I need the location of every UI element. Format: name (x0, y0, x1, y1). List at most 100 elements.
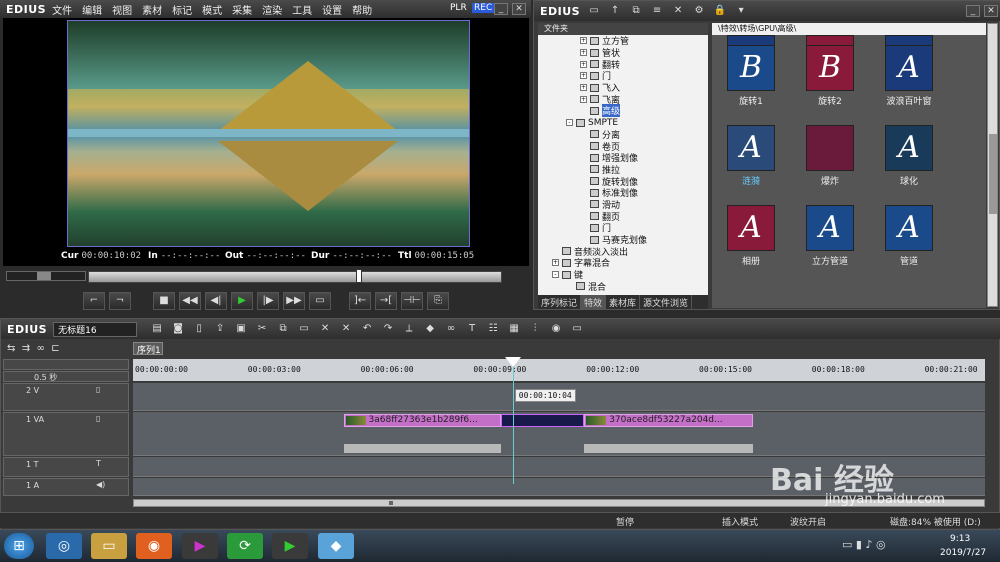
undo-icon[interactable]: ↶ (359, 322, 375, 336)
step-back-button[interactable]: ◀| (205, 292, 227, 310)
minimize-icon[interactable]: _ (494, 3, 508, 15)
explorer-icon[interactable]: ▭ (91, 533, 127, 559)
project-name-field[interactable]: 无标题16 (53, 321, 138, 337)
track-header[interactable]: 2 V ▯ (3, 383, 129, 411)
title-track-icon[interactable]: T (96, 459, 101, 468)
settings-icon[interactable]: ⚙ (691, 4, 707, 18)
tree-item[interactable]: 分离 (538, 129, 708, 141)
audio-waveform-bar[interactable] (343, 444, 502, 453)
effects-tab-0[interactable]: 序列标记 (538, 295, 582, 309)
tree-item[interactable]: 标准划像 (538, 187, 708, 199)
effects-tab-1[interactable]: 特效 (581, 295, 607, 309)
audio-waveform-bar[interactable] (584, 444, 754, 453)
effect-thumbnail[interactable] (806, 125, 854, 171)
play-button[interactable]: ▶ (231, 292, 253, 310)
effect-thumbnail[interactable]: A (885, 45, 933, 91)
effects-tab-3[interactable]: 源文件浏览 (640, 295, 693, 309)
tree-item[interactable]: + 飞离 (538, 93, 708, 106)
menu-item-4[interactable]: 标记 (172, 6, 192, 17)
delete-icon[interactable]: ✕ (670, 4, 686, 18)
ripple-icon[interactable]: ⇉ (22, 343, 30, 354)
tree-item[interactable]: 马赛克划像 (538, 234, 708, 246)
export-button[interactable]: ⎘ (427, 292, 449, 310)
layout-icon[interactable]: ▭ (569, 322, 585, 336)
tree-item[interactable]: + 字幕混合 (538, 257, 708, 269)
tree-item[interactable]: 旋转划像 (538, 175, 708, 188)
timeline-clip[interactable]: 370ace8df53227a204d... (584, 414, 754, 427)
new-file-icon[interactable]: ▯ (191, 322, 207, 336)
timeline-clip[interactable]: 3a68ff27363e1b289f6... (343, 414, 502, 427)
camera-icon[interactable]: ◙ (170, 322, 186, 336)
effect-thumbnail[interactable]: A (727, 125, 775, 171)
expand-icon[interactable]: + (552, 259, 559, 267)
save-icon[interactable]: ▣ (233, 322, 249, 336)
effect-thumbnail[interactable]: B (727, 45, 775, 91)
rewind-button[interactable]: ◀◀ (179, 292, 201, 310)
cube-app-icon[interactable]: ◆ (318, 533, 354, 559)
tree-item[interactable]: 滑动 (538, 199, 708, 211)
effects-scrollbar[interactable] (987, 23, 998, 307)
insert-button[interactable]: ]← (349, 292, 371, 310)
transition-clip[interactable] (501, 414, 585, 427)
expand-icon[interactable]: - (566, 119, 573, 127)
menu-item-0[interactable]: 文件 (52, 6, 72, 17)
sliders-icon[interactable]: ⫶ (527, 322, 543, 336)
loop-button[interactable]: ▭ (309, 292, 331, 310)
split-button[interactable]: ⊣⊢ (401, 292, 423, 310)
tree-item[interactable]: - SMPTE (538, 117, 708, 129)
paste-icon[interactable]: ▭ (296, 322, 312, 336)
expand-icon[interactable]: - (552, 271, 559, 279)
position-slider[interactable] (88, 269, 502, 283)
timeline-ruler[interactable]: 00:00:00:00 00:00:03:00 00:00:06:00 00:00:0… (133, 359, 985, 381)
delete-clip-icon[interactable]: ✕ (317, 322, 333, 336)
tree-item[interactable]: 推拉 (538, 164, 708, 176)
cut-icon[interactable]: ✂ (254, 322, 270, 336)
effect-thumbnail[interactable]: A (885, 205, 933, 251)
effects-close-icon[interactable]: ✕ (984, 5, 998, 17)
tree-item[interactable]: -键 (538, 269, 708, 281)
effect-thumbnail[interactable]: A (806, 205, 854, 251)
copy-clip-icon[interactable]: ⧉ (275, 322, 291, 336)
tree-item[interactable]: + 门 (538, 70, 708, 82)
link-icon[interactable]: ∞ (443, 322, 459, 336)
link-tracks-icon[interactable]: ∞ (37, 343, 45, 354)
plr-mode-button[interactable]: PLR (450, 3, 467, 13)
rec-mode-button[interactable]: REC (472, 3, 495, 13)
tree-item[interactable]: 音频淡入淡出 (538, 245, 708, 258)
firefox-icon[interactable]: ◉ (136, 533, 172, 559)
menu-item-8[interactable]: 工具 (292, 6, 312, 17)
menu-item-3[interactable]: 素材 (142, 6, 162, 17)
expand-icon[interactable]: + (580, 72, 587, 80)
lock-icon[interactable]: 🔒 (712, 4, 728, 18)
expand-icon[interactable]: + (580, 37, 587, 45)
video-track-icon[interactable]: ▯ (96, 414, 100, 423)
title-icon[interactable]: T (464, 322, 480, 336)
close-icon[interactable]: ✕ (512, 3, 526, 15)
effect-thumbnail[interactable]: A (727, 205, 775, 251)
video-track-icon[interactable]: ▯ (96, 385, 100, 394)
list-view-icon[interactable]: ≡ (649, 4, 665, 18)
snap-icon[interactable]: ⊏ (51, 343, 59, 354)
tree-item[interactable]: 卷页 (538, 140, 708, 153)
razor-icon[interactable]: ⟂ (401, 322, 417, 336)
ripple-delete-icon[interactable]: ✕ (338, 322, 354, 336)
effect-thumbnail[interactable]: A (885, 125, 933, 171)
grid-icon[interactable]: ▦ (506, 322, 522, 336)
media-center-icon[interactable]: ◎ (46, 533, 82, 559)
open-icon[interactable]: ⇪ (212, 322, 228, 336)
effects-minimize-icon[interactable]: _ (966, 5, 980, 17)
menu-item-9[interactable]: 设置 (322, 6, 342, 17)
tree-item[interactable]: 混合 (538, 280, 708, 293)
start-button[interactable]: ⊞ (4, 533, 34, 559)
zoom-control[interactable]: 0.5 秒 (3, 371, 129, 382)
set-in-button[interactable]: ⌐ (83, 292, 105, 310)
expand-icon[interactable]: + (580, 49, 587, 57)
tree-item[interactable]: + 翻转 (538, 58, 708, 71)
effect-thumbnail[interactable]: B (806, 45, 854, 91)
audio-mixer-icon[interactable]: ☷ (485, 322, 501, 336)
options-icon[interactable]: ▾ (733, 4, 749, 18)
menu-item-5[interactable]: 模式 (202, 6, 222, 17)
overwrite-button[interactable]: →[ (375, 292, 397, 310)
up-folder-icon[interactable]: ↑ (607, 4, 623, 18)
expand-icon[interactable]: + (580, 84, 587, 92)
